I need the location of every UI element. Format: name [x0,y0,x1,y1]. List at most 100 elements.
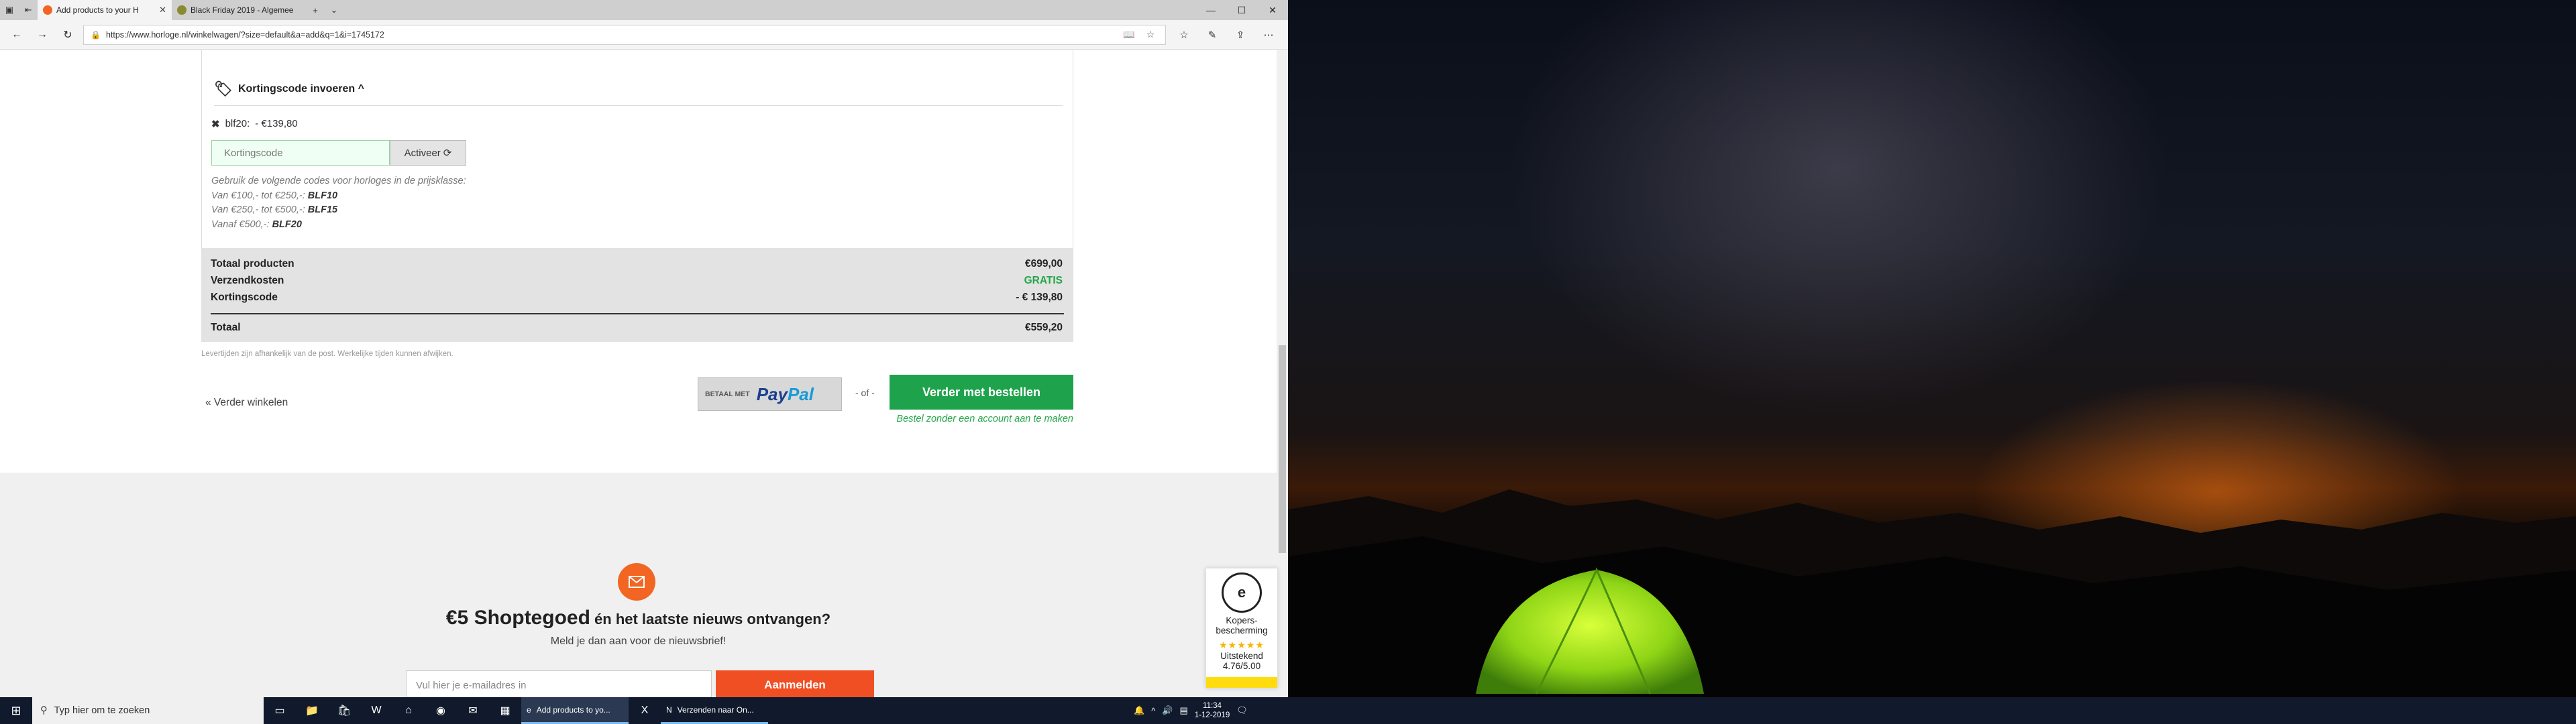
forward-icon[interactable]: → [32,25,52,45]
refresh-icon[interactable]: ↻ [58,25,78,45]
hint-code: BLF20 [272,219,302,230]
taskbar: ⊞ ⚲ Typ hier om te zoeken ▭ 📁 🛍 W ⌂ ◉ ✉ … [0,697,2576,724]
clock-time: 11:34 [1203,702,1222,710]
new-tab-icon[interactable]: + [306,0,325,20]
guest-checkout-link[interactable]: Bestel zonder een account aan te maken [890,414,1073,424]
page-scrollbar[interactable] [1277,50,1288,697]
shipping-label: Verzendkosten [211,275,284,286]
clock-date: 1-12-2019 [1194,711,1230,719]
discount-label: Kortingscode [211,292,278,303]
totals-box: Totaal producten €699,00 Verzendkosten G… [201,248,1073,342]
hint-code: BLF15 [307,204,338,215]
taskbar-onenote-app[interactable]: N Verzenden naar On... [661,697,768,724]
lock-icon: 🔒 [91,29,101,40]
hint-row: Van €250,- tot €500,-: BLF15 [211,203,466,218]
network-icon[interactable]: ▤ [1179,705,1187,716]
home-icon[interactable]: ⌂ [392,697,425,724]
tab-add-products[interactable]: Add products to your H ✕ [38,0,172,20]
newsletter-title-big: €5 Shoptegoed [445,607,590,629]
share-icon[interactable]: ⇪ [1228,25,1253,45]
paypal-prefix: BETAAL MET [705,390,750,398]
total-divider [211,313,1064,314]
reading-view-icon[interactable]: 📖 [1121,29,1137,40]
taskbar-edge-app[interactable]: e Add products to yo... [521,697,629,724]
mail-app-icon[interactable]: ✉ [457,697,489,724]
continue-shopping-link[interactable]: « Verder winkelen [205,397,288,409]
browser-toolbar: ☆ ✎ ⇪ ⋯ [1171,25,1281,45]
windows-start-icon[interactable]: ⊞ [0,697,32,724]
close-window-icon[interactable]: ✕ [1257,0,1288,20]
applied-code: blf20: [225,118,250,129]
total-products-label: Totaal producten [211,258,294,269]
notification-badge-icon[interactable]: 🔔 [1134,705,1144,716]
favorite-star-icon[interactable]: ☆ [1142,29,1159,40]
clock[interactable]: 11:34 1-12-2019 [1195,701,1230,720]
volume-icon[interactable]: 🔊 [1162,705,1173,716]
window-controls: — ☐ ✕ [1195,0,1288,20]
hint-range: Van €250,- tot €500,-: [211,204,308,215]
subscribe-button[interactable]: Aanmelden [716,670,874,697]
url-field[interactable]: 🔒 https://www.horloge.nl/winkelwagen/?si… [83,24,1166,45]
total-products-row: Totaal producten €699,00 [211,258,1063,270]
tab-black-friday[interactable]: Black Friday 2019 - Algemee [172,0,306,20]
remove-coupon-icon[interactable]: ✖ [211,118,220,130]
taskbar-search[interactable]: ⚲ Typ hier om te zoeken [32,697,264,724]
tab-list-chevron-icon[interactable]: ⌄ [325,0,343,20]
search-placeholder: Typ hier om te zoeken [54,705,150,716]
onenote-icon: N [666,705,672,715]
close-tab-icon[interactable]: ✕ [159,5,166,15]
excel-icon[interactable]: X [629,697,661,724]
total-products-value: €699,00 [1024,258,1063,269]
pen-notes-icon[interactable]: ✎ [1199,25,1225,45]
discount-value: - € 139,80 [1016,292,1063,303]
grand-total-label: Totaal [211,322,241,333]
desktop-wallpaper [1288,0,2576,697]
refresh-small-icon: ⟳ [443,147,452,159]
coupon-heading[interactable]: 🏷 Kortingscode invoeren ^ [214,80,364,98]
paypal-logo: PayPal [757,384,814,405]
favorites-hub-icon[interactable]: ☆ [1171,25,1197,45]
more-menu-icon[interactable]: ⋯ [1256,25,1281,45]
tent-illustration [1476,567,1704,695]
rating-stars: ★★★★★ [1219,640,1265,650]
activate-label: Activeer [404,147,441,159]
shipping-row: Verzendkosten GRATIS [211,275,1063,287]
discount-row: Kortingscode - € 139,80 [211,292,1063,304]
show-hidden-icon[interactable]: ^ [1151,706,1155,716]
pinned-apps: ▭ 📁 🛍 W ⌂ ◉ ✉ ▦ [264,697,521,724]
scrollbar-thumb[interactable] [1279,345,1286,553]
tab-overview-icon[interactable]: ▣ [0,0,19,20]
hint-intro: Gebruik de volgende codes voor horloges … [211,176,466,186]
action-center-icon[interactable]: 🗨 [1236,705,1248,716]
delivery-note: Levertijden zijn afhankelijk van de post… [201,350,453,358]
applied-amount: - €139,80 [255,118,298,129]
grand-total-row: Totaal €559,20 [211,322,1063,334]
chrome-icon[interactable]: ◉ [425,697,457,724]
back-tabs-icon[interactable]: ⇤ [19,0,38,20]
paypal-button[interactable]: BETAAL MET PayPal [698,377,842,411]
minimize-icon[interactable]: — [1195,0,1226,20]
edge-icon: e [527,705,531,715]
maximize-icon[interactable]: ☐ [1226,0,1257,20]
checkout-button[interactable]: Verder met bestellen [890,375,1073,410]
back-icon[interactable]: ← [7,25,27,45]
search-icon: ⚲ [40,705,48,716]
trusted-shops-badge[interactable]: e Kopers-bescherming ★★★★★ Uitstekend 4.… [1205,568,1278,688]
task-view-icon[interactable]: ▭ [264,697,296,724]
tag-icon: 🏷 [214,80,233,97]
page-viewport: 🏷 Kortingscode invoeren ^ ✖ blf20: - €13… [0,50,1277,697]
store-icon[interactable]: 🛍 [328,697,360,724]
file-explorer-icon[interactable]: 📁 [296,697,328,724]
email-input[interactable]: Vul hier je e-mailadres in [406,670,712,697]
paypal-logo-pay: Pay [756,383,788,404]
address-bar: ← → ↻ 🔒 https://www.horloge.nl/winkelwag… [0,20,1288,50]
hint-row: Vanaf €500,-: BLF20 [211,218,466,233]
activate-button[interactable]: Activeer ⟳ [390,140,466,166]
word-icon[interactable]: W [360,697,392,724]
rating-word: Uitstekend [1220,651,1263,661]
coupon-input[interactable]: Kortingscode [211,140,390,166]
calendar-icon[interactable]: ▦ [489,697,521,724]
tab-title: Black Friday 2019 - Algemee [191,5,294,15]
tab-title: Add products to your H [56,5,139,15]
rating-value: 4.76/5.00 [1222,661,1261,671]
